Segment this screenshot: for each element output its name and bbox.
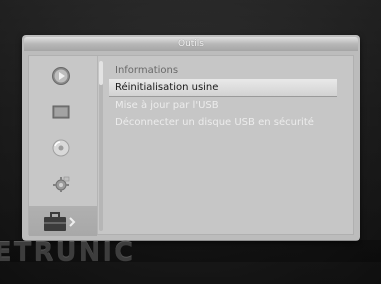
menu-item-informations[interactable]: Informations [109, 62, 347, 79]
menu-item-safe-eject-usb[interactable]: Déconnecter un disque USB en sécurité [109, 114, 347, 131]
play-icon[interactable] [51, 66, 71, 86]
tools-menu: Informations Réinitialisation usine Mise… [109, 62, 347, 131]
menu-item-factory-reset[interactable]: Réinitialisation usine [109, 79, 337, 97]
screen-icon[interactable] [51, 102, 71, 122]
category-sidebar [29, 56, 98, 236]
scrollbar[interactable] [99, 61, 103, 231]
toolbox-icon[interactable] [41, 211, 81, 233]
scrollbar-thumb[interactable] [99, 61, 103, 85]
menu-item-usb-update[interactable]: Mise à jour par l'USB [109, 97, 347, 114]
disc-icon[interactable] [51, 138, 71, 158]
window-title: Outils [24, 37, 358, 51]
tv-screen: Outils Informations Réinitialisation usi… [0, 0, 381, 284]
window-content: Informations Réinitialisation usine Mise… [28, 55, 354, 236]
gear-icon[interactable] [51, 174, 71, 194]
tools-window: Outils Informations Réinitialisation usi… [22, 35, 360, 241]
brand-logo: ETRUNIC [0, 238, 136, 268]
